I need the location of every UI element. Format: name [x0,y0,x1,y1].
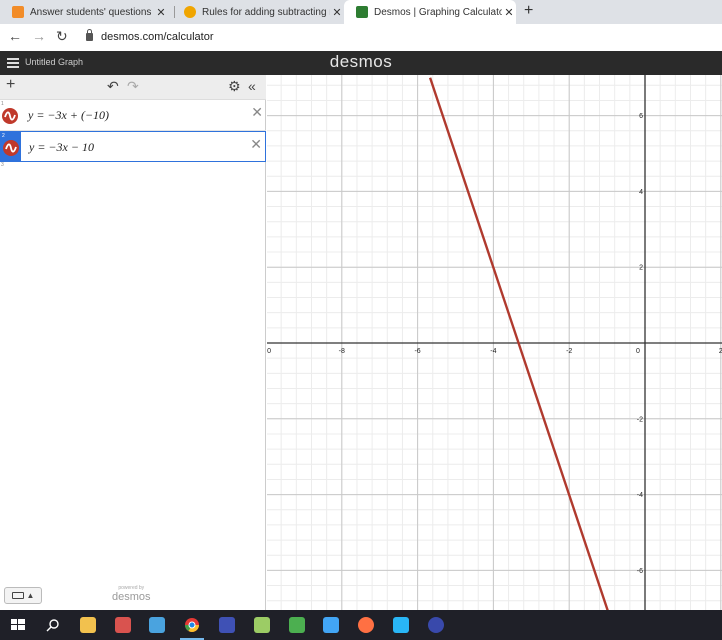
y-tick-label: 2 [639,265,643,272]
x-tick-label: -10 [267,348,271,355]
x-tick-label: 0 [636,348,640,355]
lock-icon [86,29,93,41]
delete-expression-icon[interactable]: ✕ [251,104,263,121]
expression-row-2[interactable]: 2 y = −3x − 10 ✕ [0,131,266,162]
browser-tab-2[interactable]: Rules for adding subtracting mul… ✕ [172,0,344,24]
app-icon-photo[interactable] [393,617,409,633]
desmos-logo: desmos [329,52,393,71]
expression-toolbar: + ↶ ↷ ⚙ « [0,75,266,100]
app-icon-red[interactable] [115,617,131,633]
new-tab-icon[interactable]: + [524,2,533,20]
x-tick-label: -8 [339,348,345,355]
forward-icon[interactable]: → [32,28,46,44]
caret-up-icon: ▲ [26,591,35,600]
expression-panel: + ↶ ↷ ⚙ « 1 y = −3x + (−10) ✕ 2 y = −3x … [0,75,266,610]
graph-paper[interactable]: -10-8-6-4-202642-2-4-6 [267,75,722,610]
url-field[interactable]: desmos.com/calculator [86,29,214,43]
keyboard-icon [11,592,24,599]
windows-taskbar [0,610,722,640]
y-tick-label: -6 [637,568,643,575]
powered-by-desmos: powered by desmos [112,585,151,603]
expression-index: 2 [2,133,5,139]
url-text: desmos.com/calculator [101,31,214,43]
graph-line [428,77,609,610]
expression-index: 3 [1,162,4,168]
expression-input[interactable]: y = −3x − 10 [29,140,94,155]
redo-icon[interactable]: ↷ [127,78,139,95]
address-bar: ← → ↻ desmos.com/calculator [0,24,722,50]
add-item-icon[interactable]: + [6,76,15,94]
tab-close-icon[interactable]: ✕ [502,6,516,19]
undo-icon[interactable]: ↶ [107,78,119,95]
tab-favicon-icon [356,6,368,18]
expression-row-1[interactable]: 1 y = −3x + (−10) ✕ [0,100,266,131]
y-tick-label: -4 [637,492,643,499]
graph-canvas[interactable]: -10-8-6-4-202642-2-4-6 [267,75,722,610]
tab-close-icon[interactable]: ✕ [330,6,344,19]
back-icon[interactable]: ← [8,28,22,44]
tab-title: Answer students' questions and … [30,6,154,18]
expression-gutter: 2 [1,132,21,161]
app-icon-blue-dark[interactable] [219,617,235,633]
mail-icon[interactable] [149,617,165,633]
delete-expression-icon[interactable]: ✕ [250,136,262,153]
tab-favicon-icon [12,6,24,18]
x-tick-label: -2 [566,348,572,355]
y-tick-label: 4 [639,189,643,196]
reload-icon[interactable]: ↻ [56,28,68,45]
graph-color-toggle-icon[interactable] [3,140,19,156]
expression-input[interactable]: y = −3x + (−10) [28,108,109,123]
tab-favicon-icon [184,6,196,18]
graph-color-toggle-icon[interactable] [2,108,18,124]
expression-row-3[interactable]: 3 [0,162,20,170]
windows-start-icon[interactable] [10,617,26,633]
y-tick-label: 6 [639,113,643,120]
search-icon[interactable] [45,617,61,633]
tab-title: Desmos | Graphing Calculator [374,6,502,18]
keyboard-toggle-button[interactable]: ▲ [4,587,42,604]
app-icon-magnifier-blue[interactable] [428,617,444,633]
file-explorer-icon[interactable] [80,617,96,633]
tab-title: Rules for adding subtracting mul… [202,6,330,18]
expression-index: 1 [1,101,4,107]
settings-gear-icon[interactable]: ⚙ [228,78,241,95]
search-orange-icon[interactable] [358,617,374,633]
browser-tab-strip: Answer students' questions and … ✕ Rules… [0,0,722,24]
app-icon-shield[interactable] [289,617,305,633]
x-tick-label: -4 [490,348,496,355]
powered-by-brand: desmos [112,591,151,603]
browser-tab-1[interactable]: Answer students' questions and … ✕ [0,0,168,24]
x-tick-label: -6 [414,348,420,355]
chrome-icon[interactable] [180,617,204,640]
desmos-header: Untitled Graph desmos [0,51,722,75]
app-icon-diamond[interactable] [323,617,339,633]
y-tick-label: -2 [637,416,643,423]
tab-close-icon[interactable]: ✕ [154,6,168,19]
browser-tab-3[interactable]: Desmos | Graphing Calculator ✕ [344,0,516,24]
expression-gutter: 1 [0,100,20,130]
app-icon-paint[interactable] [254,617,270,633]
collapse-panel-icon[interactable]: « [248,78,256,94]
